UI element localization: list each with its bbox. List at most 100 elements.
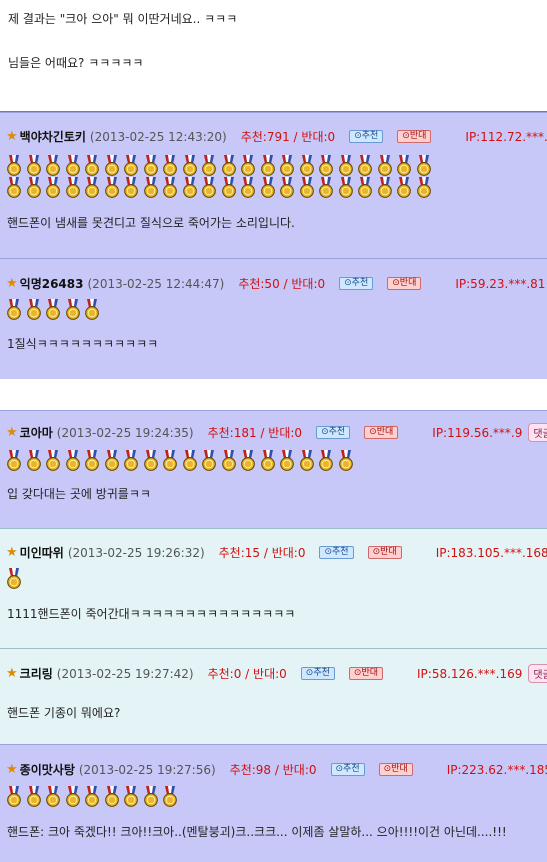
medal-icon [396, 155, 412, 176]
medal-icon [299, 450, 315, 471]
medal-icon [45, 299, 61, 320]
medal-icon [123, 786, 139, 807]
medal-icon [357, 177, 373, 198]
medal-icon [221, 155, 237, 176]
comment-author[interactable]: 백야차긴토키 [20, 128, 86, 145]
medal-icon [6, 299, 22, 320]
medal-icon [279, 155, 295, 176]
medal-icon [240, 155, 256, 176]
medal-icon [104, 786, 120, 807]
intro-line-1: 제 결과는 "크아 으아" 뭐 이딴거네요.. ㅋㅋㅋ [8, 12, 238, 26]
comment-item: ★ 크리링 (2013-02-25 19:27:42) 추천:0 / 반대:0 ⊙추천 ⊙… [0, 648, 547, 745]
medal-icon [162, 450, 178, 471]
comment-header: ★ 크리링 (2013-02-25 19:27:42) 추천:0 / 반대:0 ⊙추천 ⊙… [6, 664, 547, 683]
medal-icon [416, 155, 432, 176]
ip-address: IP:119.56.***.9 [432, 425, 523, 440]
comment-date: (2013-02-25 19:24:35) [56, 425, 194, 440]
comment-text: 핸드폰이 냄새를 못견디고 질식으로 죽어가는 소리입니다. [7, 216, 295, 230]
medal-icon [123, 450, 139, 471]
comment-item: ★ 코아마 (2013-02-25 19:24:35) 추천:181 / 반대:0 ⊙추… [0, 410, 547, 529]
oppose-button[interactable]: ⊙반대 [348, 667, 384, 680]
comment-item: ★ 익명26483 (2013-02-25 12:44:47) 추천:50 / 반대:… [0, 258, 547, 379]
medal-icon [357, 155, 373, 176]
comment-text: 1질식ㅋㅋㅋㅋㅋㅋㅋㅋㅋㅋㅋ [7, 337, 159, 351]
medal-icon [6, 450, 22, 471]
recommend-button[interactable]: ⊙추천 [319, 546, 354, 559]
medal-icon [182, 177, 198, 198]
comment-header: ★ 익명26483 (2013-02-25 12:44:47) 추천:50 / 반대:… [6, 274, 547, 293]
divider [0, 111, 547, 112]
comment-date: (2013-02-25 12:44:47) [87, 276, 225, 291]
medal-icon [65, 155, 81, 176]
recommend-button[interactable]: ⊙추천 [339, 277, 374, 290]
oppose-button[interactable]: ⊙반대 [364, 426, 399, 439]
star-icon: ★ [6, 666, 18, 681]
medal-icon [338, 177, 354, 198]
medal-icon [123, 177, 139, 198]
medal-icon [201, 450, 217, 471]
medal-icon [65, 299, 81, 320]
medal-icon [84, 450, 100, 471]
comment-author[interactable]: 크리링 [20, 665, 53, 682]
recommend-button[interactable]: ⊙추천 [349, 130, 384, 143]
recommend-button[interactable]: ⊙추천 [300, 667, 335, 680]
oppose-button[interactable]: ⊙반대 [387, 277, 422, 290]
medal-icon [84, 155, 100, 176]
reply-button[interactable]: 댓글쓰 [528, 423, 547, 442]
medal-icon [143, 786, 159, 807]
medal-icon [182, 155, 198, 176]
medal-icon [143, 155, 159, 176]
ip-address: IP:59.23.***.81 [455, 276, 546, 291]
comment-header: ★ 코아마 (2013-02-25 19:24:35) 추천:181 / 반대:0 ⊙추… [6, 423, 547, 442]
comment-header: ★ 미인따위 (2013-02-25 19:26:32) 추천:15 / 반대:0 ⊙추… [6, 543, 547, 562]
comment-author[interactable]: 미인따위 [20, 544, 64, 561]
comment-item: ★ 백야차긴토키 (2013-02-25 12:43:20) 추천:791 / 반대:… [0, 112, 547, 259]
comment-text: 핸드폰: 크아 죽겠다!! 크아!!크아..(멘탈붕괴)크..크크... 이제좀… [7, 825, 507, 839]
vote-count: 추천:50 / 반대:0 [238, 277, 326, 291]
comment-date: (2013-02-25 19:26:32) [67, 545, 205, 560]
medal-icon [143, 177, 159, 198]
medal-icon [162, 786, 178, 807]
medal-icon [240, 177, 256, 198]
medal-icon [123, 155, 139, 176]
medal-icon [240, 450, 256, 471]
medal-icon [299, 155, 315, 176]
ip-address: IP:58.126.***.169 [417, 666, 523, 681]
oppose-button[interactable]: ⊙반대 [397, 130, 432, 143]
vote-count: 추천:0 / 반대:0 [207, 667, 287, 681]
medal-icon [377, 155, 393, 176]
star-icon: ★ [6, 425, 18, 440]
vote-count: 추천:15 / 반대:0 [218, 546, 306, 560]
medal-icon [26, 299, 42, 320]
recommend-button[interactable]: ⊙추천 [316, 426, 351, 439]
medal-icon [201, 155, 217, 176]
comment-text: 핸드폰 기종이 뭐에요? [7, 706, 121, 720]
comment-text: 입 갖다대는 곳에 방귀를ㅋㅋ [7, 487, 151, 501]
medal-icon [221, 450, 237, 471]
medal-icon [6, 177, 22, 198]
comment-item: ★ 미인따위 (2013-02-25 19:26:32) 추천:15 / 반대:0 ⊙추… [0, 528, 547, 649]
medal-icon [6, 786, 22, 807]
comment-author[interactable]: 종이맛사탕 [20, 761, 75, 778]
ip-address: IP:112.72.***.19 [465, 129, 547, 144]
comment-date: (2013-02-25 12:43:20) [89, 129, 227, 144]
intro-line-2: 님들은 어때요? ㅋㅋㅋㅋㅋ [8, 56, 144, 70]
medal-icon [318, 177, 334, 198]
medal-icon [26, 177, 42, 198]
medal-icon [104, 450, 120, 471]
star-icon: ★ [6, 762, 18, 777]
vote-count: 추천:181 / 반대:0 [207, 426, 303, 440]
recommend-button[interactable]: ⊙추천 [330, 763, 365, 776]
oppose-button[interactable]: ⊙반대 [367, 546, 402, 559]
medal-icon [182, 450, 198, 471]
star-icon: ★ [6, 276, 18, 291]
reply-button[interactable]: 댓글쓰 [528, 664, 547, 683]
star-icon: ★ [6, 545, 18, 560]
ip-address: IP:183.105.***.168 [435, 545, 547, 560]
vote-count: 추천:98 / 반대:0 [229, 763, 317, 777]
medal-icon [221, 177, 237, 198]
medal-icon [279, 177, 295, 198]
oppose-button[interactable]: ⊙반대 [378, 763, 413, 776]
comment-author[interactable]: 익명26483 [20, 275, 84, 292]
comment-author[interactable]: 코아마 [20, 424, 53, 441]
